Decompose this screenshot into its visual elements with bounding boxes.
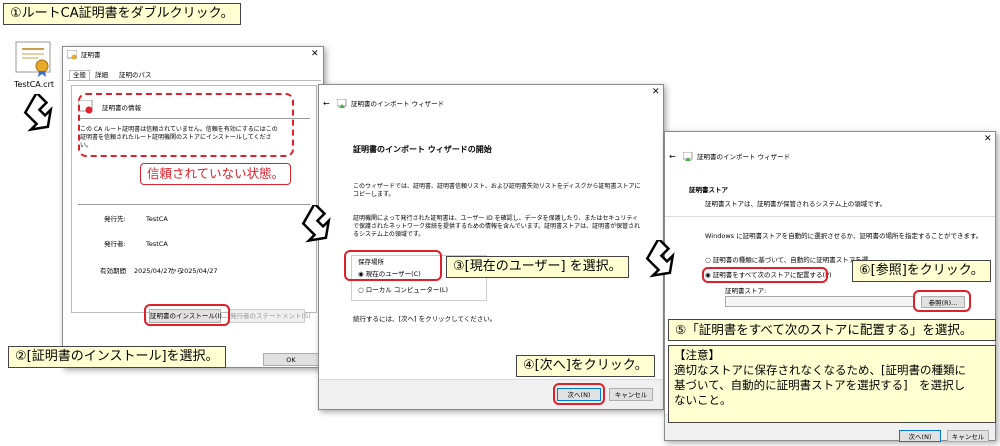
- tab-strip: 全般 詳細 証明のパス: [67, 69, 321, 81]
- install-button-highlight: [144, 304, 230, 326]
- step1-text: ①ルートCA証明書をダブルクリック。: [10, 6, 234, 21]
- warning-highlight: [78, 93, 294, 157]
- step2-callout: ②[証明書のインストール]を選択。: [8, 346, 226, 368]
- store-section-desc: 証明書ストアは、証明書が保管されるシステム上の領域です。: [705, 200, 887, 208]
- step6-text: ⑥[参照]をクリック。: [859, 263, 984, 278]
- auto-select-radio[interactable]: ○ 証明書の種類に基づいて、自動的に証明書ストアを選: [705, 256, 868, 265]
- next-button[interactable]: 次へ(N): [899, 430, 941, 442]
- tab-cert-path[interactable]: 証明のパス: [119, 71, 152, 80]
- wizard-cert-icon: [337, 99, 347, 108]
- issued-by-label: 発行者:: [104, 240, 126, 248]
- step2-text: ②[証明書のインストール]を選択。: [15, 349, 219, 364]
- note-line2: 基づいて、自動的に証明書ストアを選択する] を選択し: [674, 378, 966, 392]
- close-icon[interactable]: ✕: [652, 87, 660, 97]
- dialog-title: 証明書: [81, 51, 101, 59]
- issuer-statement-button: 発行者のステートメント(S): [229, 309, 311, 323]
- step4-text: ④[次へ]をクリック。: [523, 358, 648, 373]
- issued-to-label: 発行先:: [104, 215, 126, 223]
- place-all-highlight: [702, 267, 828, 283]
- note-heading: 【注意】: [674, 348, 720, 362]
- certificate-file[interactable]: TestCA.crt: [8, 40, 60, 100]
- untrusted-text: 信頼されていない状態。: [147, 166, 285, 181]
- issued-to-value: TestCA: [146, 215, 168, 223]
- local-machine-radio[interactable]: ○ ローカル コンピューター(L): [358, 286, 448, 295]
- untrusted-callout: 信頼されていない状態。: [140, 163, 292, 185]
- wizard-description: 証明機関によって発行された証明書は、ユーザー ID を確認し、データを保護したり…: [353, 215, 641, 238]
- auto-select-label: 証明書の種類に基づいて、自動的に証明書ストアを選: [712, 256, 869, 264]
- note-line3: ないこと。: [674, 393, 732, 407]
- step-arrow-2-icon: [301, 205, 331, 243]
- valid-to: 2025/04/27: [180, 267, 218, 275]
- panel-divider: [78, 204, 310, 205]
- tab-general[interactable]: 全般: [69, 70, 90, 80]
- back-arrow-icon[interactable]: ←: [669, 152, 676, 161]
- issued-by-value: TestCA: [146, 240, 168, 248]
- location-highlight: [344, 250, 442, 281]
- note-line1: 適切なストアに保存されなくなるため、[証明書の種類に: [674, 363, 966, 377]
- store-section-title: 証明書ストア: [689, 186, 728, 194]
- ok-button[interactable]: OK: [263, 353, 319, 366]
- step3-callout: ③[現在のユーザー] を選択。: [446, 256, 629, 278]
- close-icon[interactable]: ✕: [984, 134, 992, 144]
- store-auto-text: Windows に証明書ストアを自動的に選択させるか、証明書の場所を指定すること…: [705, 232, 983, 240]
- next-button-highlight: [553, 383, 605, 405]
- wizard-intro: このウィザードでは、証明書、証明書信頼リスト、および証明書失効リストをディスクか…: [353, 183, 641, 198]
- store-label: 証明書ストア:: [725, 287, 767, 295]
- cancel-button[interactable]: キャンセル: [609, 388, 653, 401]
- step6-callout: ⑥[参照]をクリック。: [852, 260, 991, 282]
- title-bar: 証明書 ✕: [63, 47, 323, 63]
- step1-callout: ①ルートCA証明書をダブルクリック。: [3, 3, 241, 25]
- step5-text: ⑤「証明書をすべて次のストアに配置する」を選択。: [675, 322, 973, 337]
- file-label: TestCA.crt: [13, 80, 55, 89]
- wizard-cert-icon: [683, 152, 693, 161]
- certificate-small-icon: [67, 50, 77, 60]
- wizard-heading: 証明書のインポート ウィザードの開始: [353, 145, 492, 154]
- step-arrow-1-icon: [23, 94, 53, 132]
- wizard-title: 証明書のインポート ウィザード: [697, 153, 791, 161]
- store-input[interactable]: [725, 296, 915, 307]
- wizard-title: 証明書のインポート ウィザード: [351, 100, 445, 108]
- validity-label: 有効期間: [100, 267, 126, 275]
- step4-callout: ④[次へ]をクリック。: [516, 355, 655, 377]
- step3-text: ③[現在のユーザー] を選択。: [453, 259, 622, 274]
- tab-details[interactable]: 詳細: [95, 71, 108, 80]
- continue-text: 続行するには、[次へ] をクリックしてください。: [353, 315, 497, 323]
- step-arrow-3-icon: [645, 240, 675, 278]
- step5-callout: ⑤「証明書をすべて次のストアに配置する」を選択。: [668, 319, 996, 341]
- section-divider: [665, 216, 995, 217]
- close-icon[interactable]: ✕: [311, 49, 319, 59]
- browse-button-highlight: [913, 290, 971, 312]
- local-machine-label: ローカル コンピューター(L): [365, 286, 449, 294]
- valid-from: 2025/04/27: [134, 267, 172, 275]
- caution-note: 【注意】 適切なストアに保存されなくなるため、[証明書の種類に 基づいて、自動的…: [668, 345, 996, 423]
- certificate-file-icon: [15, 41, 51, 77]
- back-arrow-icon[interactable]: ←: [323, 99, 330, 108]
- cancel-button[interactable]: キャンセル: [947, 430, 989, 442]
